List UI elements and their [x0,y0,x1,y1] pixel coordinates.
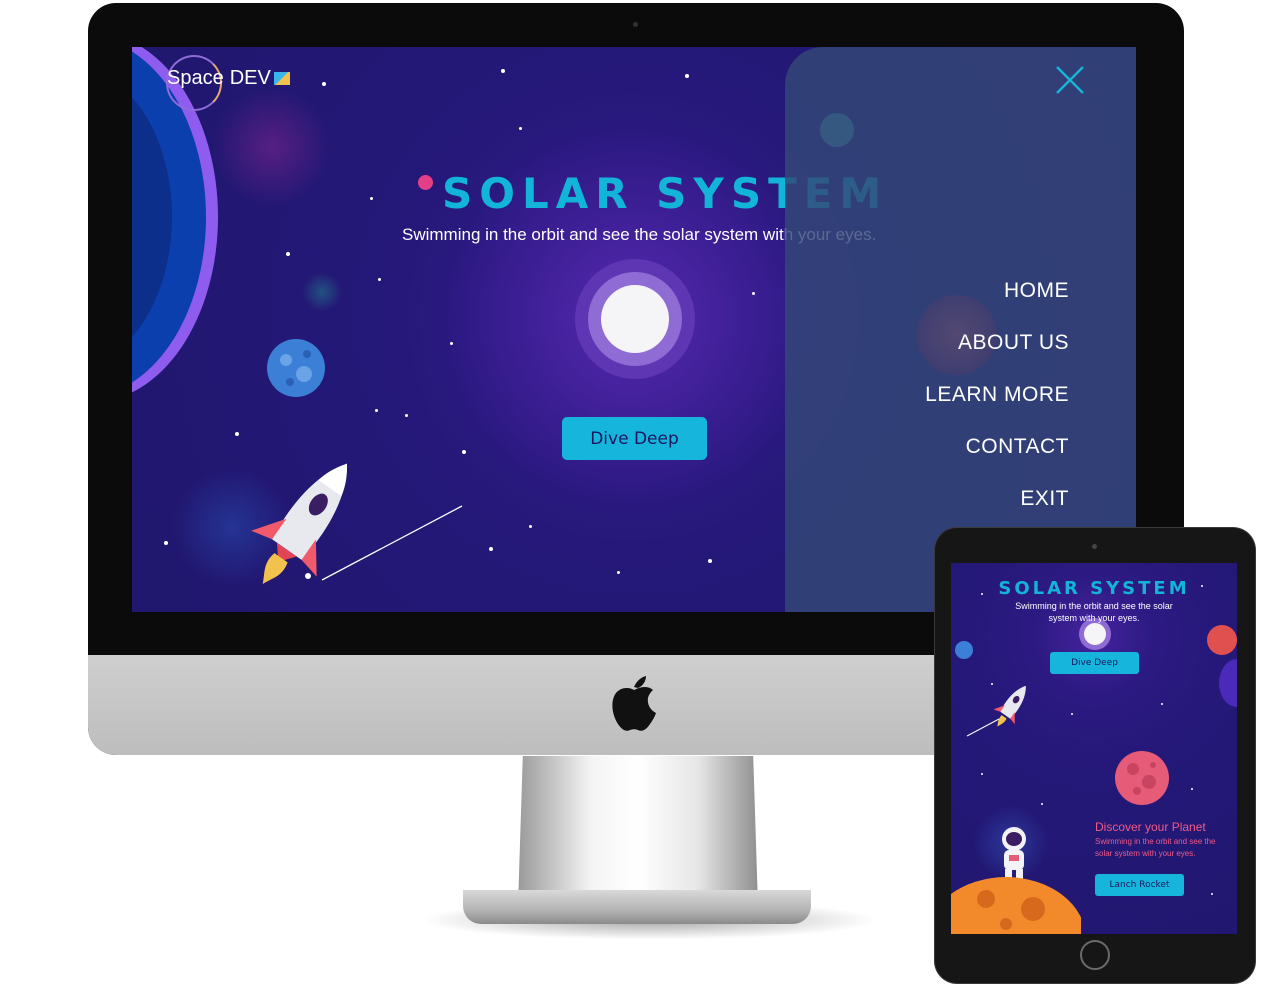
star [450,342,453,345]
dive-deep-button[interactable]: Dive Deep [562,417,707,460]
ipad-camera [1092,544,1097,549]
star [1211,893,1213,895]
tablet-dive-deep-button[interactable]: Dive Deep [1050,652,1139,674]
star [708,559,712,563]
star [235,432,239,436]
tablet-purple-planet [1219,659,1237,707]
star [752,292,755,295]
star [501,69,505,73]
star [164,541,168,545]
star [519,127,522,130]
star [370,197,373,200]
menu-item-learn-more[interactable]: LEARN MORE [925,383,1069,408]
star [981,773,983,775]
star [685,74,689,78]
brand-flag-icon [273,72,290,85]
star [529,525,532,528]
imac-stand [518,756,758,906]
tablet-launch-rocket-button[interactable]: Lanch Rocket [1095,874,1184,896]
pink-dot [418,175,433,190]
menu-teal-glow [820,113,854,147]
ipad-home-button[interactable] [1080,940,1110,970]
brand-name-dev: DEV [229,67,271,89]
tablet-hero-subtitle: Swimming in the orbit and see the solar … [1015,601,1173,623]
sun-core [601,285,669,353]
brand-logo[interactable]: Space DEV [167,67,290,90]
imac-camera [633,22,638,27]
menu-item-contact[interactable]: CONTACT [925,435,1069,460]
teal-glow [302,272,342,312]
close-icon[interactable] [1053,63,1087,97]
star [1071,713,1073,715]
brand-name-space: Space [167,67,224,89]
star [617,571,620,574]
tablet-discover-text: Swimming in the orbit and see the solar … [1095,837,1216,858]
ipad-device: SOLAR SYSTEM Swimming in the orbit and s… [935,528,1255,983]
tablet-hero-title: SOLAR SYSTEM [998,578,1190,599]
star [286,252,290,256]
star [322,82,326,86]
star [375,409,378,412]
star [1161,703,1163,705]
star [1191,788,1193,790]
tablet-moon [955,641,973,659]
menu-item-home[interactable]: HOME [925,279,1069,304]
apple-logo-icon [612,676,656,731]
tablet-pink-planet-icon [1115,751,1169,805]
tablet-orange-planet-icon [951,877,1081,934]
tablet-discover-title: Discover your Planet [1095,820,1206,834]
tablet-rocket-icon [966,685,1026,737]
star [489,547,493,551]
tablet-sun-core [1084,623,1106,645]
tablet-red-planet [1207,625,1237,655]
imac-foot [463,890,811,924]
pink-glow [212,87,332,207]
star [378,278,381,281]
menu-item-exit[interactable]: EXIT [925,487,1069,512]
side-menu-nav: HOME ABOUT US LEARN MORE CONTACT EXIT [925,279,1069,539]
menu-item-about-us[interactable]: ABOUT US [925,331,1069,356]
moon-icon [267,339,325,397]
tablet-screen: SOLAR SYSTEM Swimming in the orbit and s… [951,563,1237,934]
star [405,414,408,417]
rocket-icon [251,463,463,584]
star [1041,803,1043,805]
